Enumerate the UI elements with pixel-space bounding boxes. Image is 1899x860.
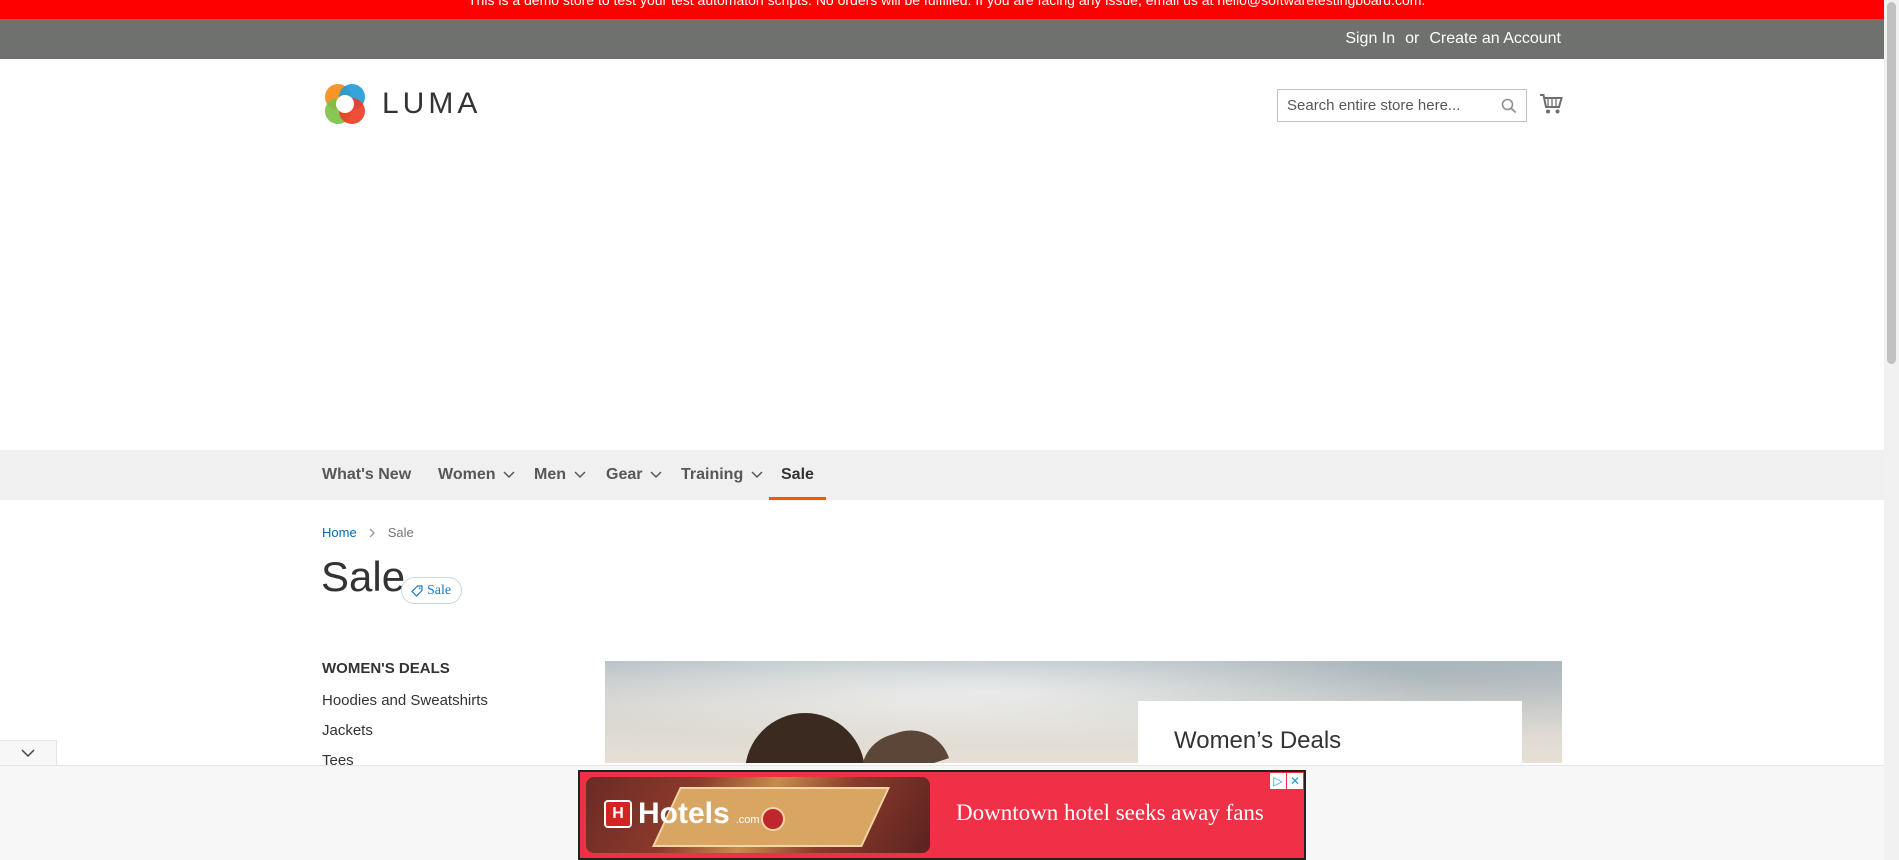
nav-item-label: Men (534, 466, 566, 483)
logo-text: LUMA (382, 87, 482, 120)
nav-item-label: What's New (322, 466, 412, 483)
demo-store-banner: This is a demo store to test your test a… (0, 0, 1884, 19)
chevron-down-icon (503, 471, 516, 479)
top-bar: Sign In or Create an Account (0, 19, 1884, 59)
close-icon[interactable]: ✕ (1287, 773, 1303, 789)
scrollbar[interactable] (1884, 0, 1899, 860)
sidebar: WOMEN'S DEALS Hoodies and Sweatshirts Ja… (322, 660, 488, 776)
nav-item-label: Gear (606, 466, 643, 483)
sign-in-link[interactable]: Sign In (1345, 30, 1395, 48)
womens-deals-promo[interactable]: Women’s Deals (605, 661, 1562, 763)
breadcrumb-home[interactable]: Home (322, 525, 357, 540)
demo-store-banner-text: This is a demo store to test your test a… (468, 0, 1426, 8)
create-account-link[interactable]: Create an Account (1429, 30, 1561, 48)
sidebar-link-jackets[interactable]: Jackets (322, 716, 488, 746)
court-center-logo (761, 807, 785, 831)
nav-item-women[interactable]: Women (438, 450, 516, 500)
ad-brand-name: Hotels (638, 797, 730, 830)
scrollbar-thumb[interactable] (1887, 2, 1896, 364)
nav-item-gear[interactable]: Gear (606, 450, 662, 500)
or-separator: or (1405, 30, 1420, 47)
search-box (1277, 89, 1527, 122)
ad-arena-image: H Hotels .com (586, 777, 930, 853)
nav-item-label: Women (438, 466, 496, 483)
nav-item-training[interactable]: Training (681, 450, 763, 500)
ad-headline: Downtown hotel seeks away fans (956, 800, 1264, 825)
chevron-right-icon (369, 528, 375, 537)
chevron-down-icon (650, 471, 662, 479)
search-input[interactable] (1278, 90, 1488, 121)
nav-item-label: Sale (781, 466, 814, 483)
promo-card-title: Women’s Deals (1174, 727, 1342, 754)
nav-item-whats-new[interactable]: What's New (322, 450, 411, 500)
ad-brand-suffix: .com (735, 814, 760, 826)
chevron-down-icon (751, 471, 763, 479)
cart-icon[interactable] (1539, 93, 1563, 115)
sidebar-title: WOMEN'S DEALS (322, 660, 450, 677)
nav-item-sale[interactable]: Sale (769, 450, 826, 500)
ad-controls: ▷ ✕ (1270, 773, 1303, 789)
sidebar-link-hoodies[interactable]: Hoodies and Sweatshirts (322, 686, 488, 716)
adchoices-icon[interactable]: ▷ (1270, 773, 1286, 789)
account-links: Sign In or Create an Account (1345, 19, 1561, 59)
chevron-down-icon (21, 749, 35, 758)
nav-item-men[interactable]: Men (534, 450, 586, 500)
main-navigation: What's New Women Men Gear Training Sale (0, 450, 1884, 500)
advertisement[interactable]: H Hotels .com Downtown hotel seeks away … (578, 770, 1306, 860)
sale-tag-badge[interactable]: Sale (401, 577, 463, 604)
hotels-logo-icon: H (604, 800, 632, 828)
luma-logo-icon (325, 84, 365, 124)
chevron-down-icon (574, 471, 586, 479)
promo-card: Women’s Deals (1138, 701, 1522, 763)
tag-icon (411, 584, 423, 597)
sale-tag-label: Sale (427, 582, 452, 598)
search-icon[interactable] (1501, 98, 1517, 114)
ad-brand: H Hotels .com (604, 797, 760, 831)
page-title: Sale (321, 553, 406, 600)
breadcrumb-current: Sale (387, 525, 414, 540)
ad-collapse-button[interactable] (0, 740, 57, 766)
site-header: LUMA (0, 59, 1884, 149)
breadcrumb: Home Sale (322, 525, 414, 540)
nav-item-label: Training (681, 466, 744, 483)
logo[interactable]: LUMA (322, 81, 481, 127)
